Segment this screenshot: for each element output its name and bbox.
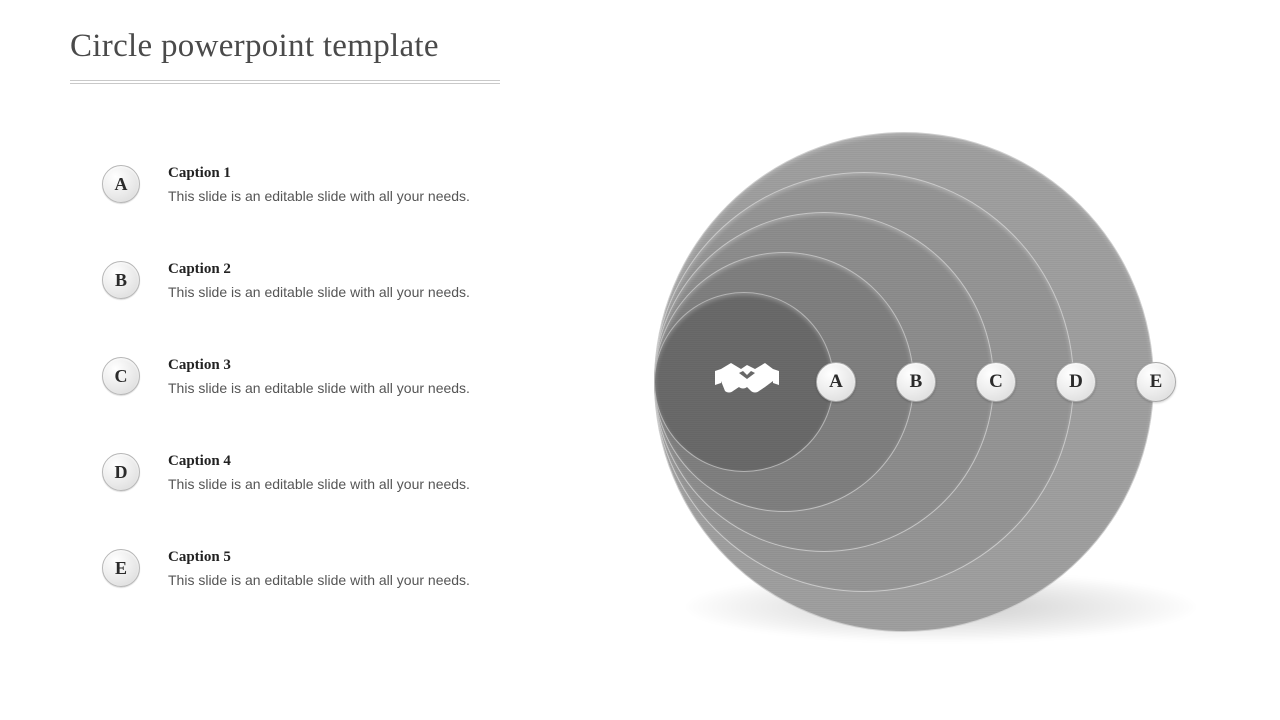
letter-badge-d: D <box>102 453 140 491</box>
letter-badge-e: E <box>102 549 140 587</box>
letter-badge-b: B <box>102 261 140 299</box>
caption-body: This slide is an editable slide with all… <box>168 476 470 492</box>
caption-text: Caption 5 This slide is an editable slid… <box>168 549 470 588</box>
letter-badge-a: A <box>102 165 140 203</box>
caption-text: Caption 3 This slide is an editable slid… <box>168 357 470 396</box>
list-item: E Caption 5 This slide is an editable sl… <box>102 520 542 616</box>
caption-body: This slide is an editable slide with all… <box>168 380 470 396</box>
caption-body: This slide is an editable slide with all… <box>168 188 470 204</box>
letter-badge-c: C <box>102 357 140 395</box>
title-underline <box>70 80 500 84</box>
list-item: C Caption 3 This slide is an editable sl… <box>102 328 542 424</box>
diagram-badge-b: B <box>896 362 936 402</box>
caption-text: Caption 1 This slide is an editable slid… <box>168 165 470 204</box>
caption-title: Caption 2 <box>168 261 470 278</box>
diagram-badge-e: E <box>1136 362 1176 402</box>
caption-body: This slide is an editable slide with all… <box>168 284 470 300</box>
diagram-badge-d: D <box>1056 362 1096 402</box>
diagram-badge-a: A <box>816 362 856 402</box>
list-item: A Caption 1 This slide is an editable sl… <box>102 136 542 232</box>
caption-list: A Caption 1 This slide is an editable sl… <box>102 136 542 616</box>
circle-diagram: A B C D E <box>636 120 1196 640</box>
list-item: B Caption 2 This slide is an editable sl… <box>102 232 542 328</box>
caption-text: Caption 2 This slide is an editable slid… <box>168 261 470 300</box>
caption-title: Caption 4 <box>168 453 470 470</box>
handshake-icon <box>712 354 782 404</box>
slide: Circle powerpoint template A Caption 1 T… <box>0 0 1280 720</box>
caption-title: Caption 3 <box>168 357 470 374</box>
caption-body: This slide is an editable slide with all… <box>168 572 470 588</box>
caption-title: Caption 5 <box>168 549 470 566</box>
diagram-badge-c: C <box>976 362 1016 402</box>
caption-text: Caption 4 This slide is an editable slid… <box>168 453 470 492</box>
page-title: Circle powerpoint template <box>70 28 439 65</box>
caption-title: Caption 1 <box>168 165 470 182</box>
list-item: D Caption 4 This slide is an editable sl… <box>102 424 542 520</box>
